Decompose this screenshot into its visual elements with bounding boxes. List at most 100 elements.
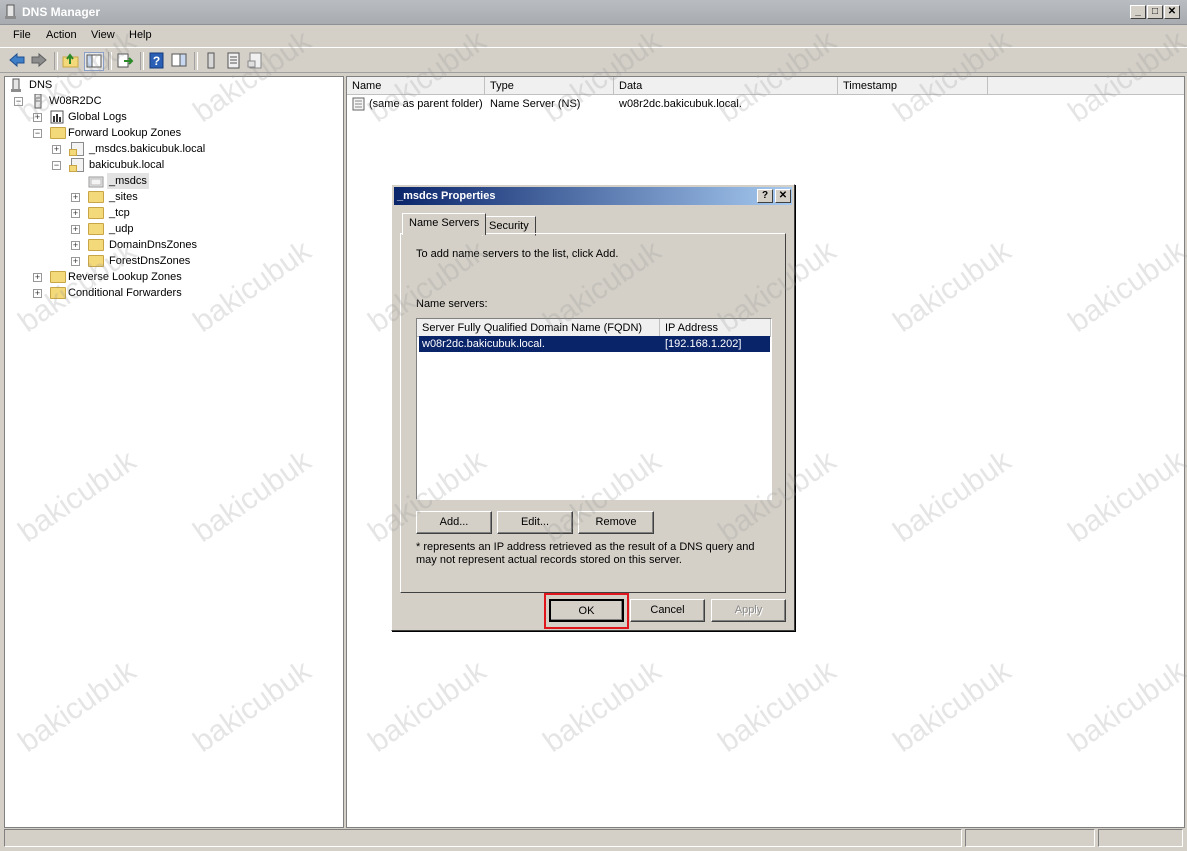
toolbar-separator bbox=[194, 52, 198, 70]
tree-label: _msdcs bbox=[107, 173, 149, 189]
tree-label: Conditional Forwarders bbox=[68, 287, 182, 299]
record-icon bbox=[352, 97, 365, 111]
column-header-fqdn[interactable]: Server Fully Qualified Domain Name (FQDN… bbox=[417, 319, 660, 337]
expand-icon[interactable]: + bbox=[33, 289, 42, 298]
window-titlebar[interactable]: DNS Manager _ □ ✕ bbox=[0, 0, 1187, 25]
show-hide-action-pane-icon[interactable] bbox=[170, 52, 188, 69]
expand-icon[interactable]: + bbox=[52, 145, 61, 154]
column-header-type[interactable]: Type bbox=[485, 77, 614, 95]
folder-icon bbox=[88, 223, 104, 235]
column-header-filler bbox=[988, 77, 1184, 95]
folder-icon bbox=[50, 127, 66, 139]
back-arrow-icon[interactable] bbox=[8, 52, 26, 69]
table-row[interactable]: (same as parent folder) Name Server (NS)… bbox=[347, 96, 1047, 112]
zone-list-icon[interactable] bbox=[224, 52, 242, 69]
expand-icon[interactable]: + bbox=[71, 225, 80, 234]
collapse-icon[interactable]: − bbox=[33, 129, 42, 138]
menu-bar: File Action View Help bbox=[0, 26, 1187, 46]
toolbar: ? bbox=[0, 47, 1187, 73]
log-icon bbox=[50, 110, 64, 124]
tree-label: _msdcs.bakicubuk.local bbox=[89, 143, 206, 155]
minimize-button[interactable]: _ bbox=[1130, 5, 1146, 19]
folder-icon bbox=[88, 207, 104, 219]
tree-label: Global Logs bbox=[68, 111, 127, 123]
column-header-name[interactable]: Name bbox=[347, 77, 485, 95]
remove-button[interactable]: Remove bbox=[578, 511, 654, 534]
tree-label: Reverse Lookup Zones bbox=[68, 271, 182, 283]
collapse-icon[interactable]: − bbox=[14, 97, 23, 106]
folder-icon bbox=[88, 191, 104, 203]
tree-label: _tcp bbox=[109, 207, 130, 219]
cancel-button[interactable]: Cancel bbox=[630, 599, 705, 622]
menu-action[interactable]: Action bbox=[46, 29, 77, 41]
dialog-help-button[interactable]: ? bbox=[757, 189, 773, 203]
column-header-ip-address[interactable]: IP Address bbox=[660, 319, 771, 337]
dialog-titlebar[interactable]: _msdcs Properties ? ✕ bbox=[394, 187, 792, 205]
folder-icon bbox=[88, 255, 104, 267]
show-hide-console-tree-icon[interactable] bbox=[84, 52, 104, 71]
forward-arrow-icon[interactable] bbox=[30, 52, 48, 69]
ns-ip: [192.168.1.202] bbox=[665, 338, 742, 350]
menu-help[interactable]: Help bbox=[129, 29, 152, 41]
instruction-text: To add name servers to the list, click A… bbox=[416, 248, 619, 260]
expand-icon[interactable]: + bbox=[33, 273, 42, 282]
status-bar-pane bbox=[965, 829, 1095, 847]
expand-icon[interactable]: + bbox=[33, 113, 42, 122]
menu-file[interactable]: File bbox=[13, 29, 31, 41]
help-icon[interactable]: ? bbox=[148, 52, 166, 69]
tree-label: DNS bbox=[29, 79, 53, 91]
tree-label: DomainDnsZones bbox=[109, 239, 198, 251]
zone-properties-icon[interactable] bbox=[246, 52, 264, 69]
zone-icon bbox=[69, 142, 84, 156]
status-bar-pane bbox=[1098, 829, 1183, 847]
console-tree: DNS − W08R2DC + Global Logs − Forward Lo… bbox=[4, 76, 344, 828]
dialog-title: _msdcs Properties bbox=[397, 190, 496, 202]
row-data: w08r2dc.bakicubuk.local. bbox=[619, 98, 742, 110]
column-header-timestamp[interactable]: Timestamp bbox=[838, 77, 988, 95]
apply-button[interactable]: Apply bbox=[711, 599, 786, 622]
edit-button[interactable]: Edit... bbox=[497, 511, 573, 534]
ns-fqdn: w08r2dc.bakicubuk.local. bbox=[422, 338, 545, 350]
folder-icon bbox=[50, 271, 66, 283]
server-icon bbox=[34, 94, 42, 109]
properties-dialog: _msdcs Properties ? ✕ Name Servers Secur… bbox=[391, 184, 795, 631]
column-header-data[interactable]: Data bbox=[614, 77, 838, 95]
ok-button[interactable]: OK bbox=[549, 599, 624, 622]
tree-label: bakicubuk.local bbox=[89, 159, 165, 171]
toolbar-separator bbox=[140, 52, 144, 70]
dns-icon bbox=[11, 78, 21, 92]
server-icon[interactable] bbox=[202, 52, 220, 69]
close-window-button[interactable]: ✕ bbox=[1164, 5, 1180, 19]
svg-text:?: ? bbox=[153, 54, 160, 68]
expand-icon[interactable]: + bbox=[71, 209, 80, 218]
expand-icon[interactable]: + bbox=[71, 257, 80, 266]
tree-label: W08R2DC bbox=[49, 95, 102, 107]
tree-label: ForestDnsZones bbox=[109, 255, 191, 267]
menu-view[interactable]: View bbox=[91, 29, 115, 41]
row-name: (same as parent folder) bbox=[369, 98, 483, 110]
up-folder-icon[interactable] bbox=[62, 52, 80, 69]
name-servers-list[interactable]: Server Fully Qualified Domain Name (FQDN… bbox=[416, 318, 772, 500]
dns-query-note: * represents an IP address retrieved as … bbox=[416, 541, 755, 566]
dialog-close-button[interactable]: ✕ bbox=[775, 189, 791, 203]
tree-label: _udp bbox=[109, 223, 134, 235]
export-list-icon[interactable] bbox=[116, 52, 134, 69]
delegated-folder-icon bbox=[88, 176, 104, 188]
maximize-button[interactable]: □ bbox=[1147, 5, 1163, 19]
tree-label: _sites bbox=[109, 191, 138, 203]
toolbar-separator bbox=[108, 52, 112, 70]
name-servers-label: Name servers: bbox=[416, 298, 488, 310]
table-row[interactable]: w08r2dc.bakicubuk.local. [192.168.1.202] bbox=[419, 336, 770, 352]
row-type: Name Server (NS) bbox=[490, 98, 581, 110]
zone-icon bbox=[69, 158, 84, 172]
tree-label: Forward Lookup Zones bbox=[68, 127, 182, 139]
tab-name-servers[interactable]: Name Servers bbox=[402, 213, 487, 235]
expand-icon[interactable]: + bbox=[71, 241, 80, 250]
status-bar-main bbox=[4, 829, 962, 847]
window-title: DNS Manager bbox=[22, 5, 101, 19]
folder-icon bbox=[88, 239, 104, 251]
dns-app-icon bbox=[5, 4, 16, 19]
collapse-icon[interactable]: − bbox=[52, 161, 61, 170]
add-button[interactable]: Add... bbox=[416, 511, 492, 534]
expand-icon[interactable]: + bbox=[71, 193, 80, 202]
